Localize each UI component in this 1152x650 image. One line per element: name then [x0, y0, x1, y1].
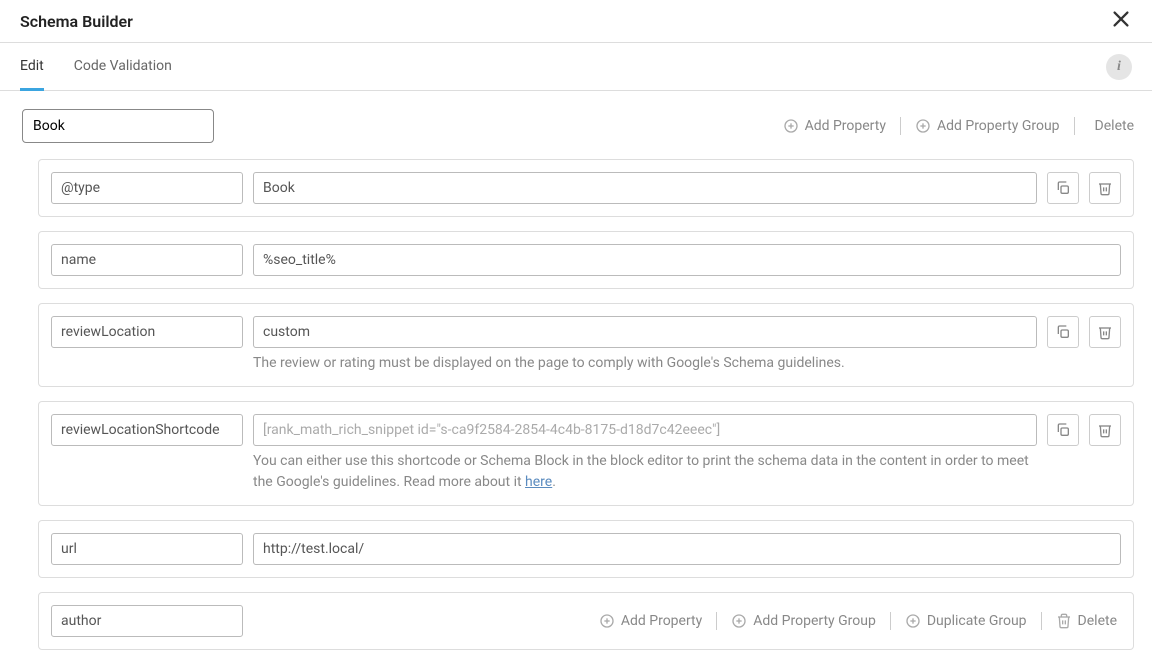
group-add-property-label: Add Property: [621, 613, 702, 629]
property-value-input[interactable]: [253, 533, 1121, 565]
property-row: The review or rating must be displayed o…: [38, 303, 1134, 387]
page-title: Schema Builder: [20, 12, 133, 31]
tab-edit[interactable]: Edit: [20, 44, 44, 91]
plus-circle-icon: [599, 613, 615, 629]
separator: [1041, 612, 1042, 630]
help-text: The review or rating must be displayed o…: [51, 353, 1121, 374]
delete-label: Delete: [1095, 118, 1134, 134]
copy-icon: [1055, 180, 1071, 196]
add-property-group-button[interactable]: Add Property Group: [915, 118, 1060, 134]
plus-circle-icon: [905, 613, 921, 629]
separator: [900, 117, 901, 135]
schema-type-input[interactable]: [22, 109, 214, 143]
trash-icon: [1097, 180, 1113, 196]
trash-icon: [1056, 613, 1072, 629]
group-key-input[interactable]: [51, 605, 243, 637]
property-row: [38, 231, 1134, 289]
info-icon[interactable]: i: [1106, 54, 1132, 80]
copy-button[interactable]: [1047, 414, 1079, 446]
delete-row-button[interactable]: [1089, 414, 1121, 446]
add-property-group-label: Add Property Group: [937, 118, 1060, 134]
property-key-input[interactable]: [51, 316, 243, 348]
delete-row-button[interactable]: [1089, 316, 1121, 348]
property-key-input[interactable]: [51, 244, 243, 276]
plus-circle-icon: [783, 118, 799, 134]
property-row: [38, 159, 1134, 217]
trash-icon: [1097, 324, 1113, 340]
group-delete-label: Delete: [1078, 613, 1117, 629]
group-duplicate-button[interactable]: Duplicate Group: [905, 613, 1027, 629]
property-value-input[interactable]: [253, 172, 1037, 204]
read-more-link[interactable]: here: [525, 474, 552, 490]
copy-button[interactable]: [1047, 316, 1079, 348]
plus-circle-icon: [731, 613, 747, 629]
property-value-input[interactable]: [253, 244, 1121, 276]
property-group-row: Add Property Add Property Group Duplicat…: [38, 592, 1134, 650]
trash-icon: [1097, 422, 1113, 438]
group-delete-button[interactable]: Delete: [1056, 613, 1117, 629]
property-key-input[interactable]: [51, 533, 243, 565]
group-duplicate-label: Duplicate Group: [927, 613, 1027, 629]
copy-button[interactable]: [1047, 172, 1079, 204]
close-icon[interactable]: [1110, 8, 1132, 34]
separator: [716, 612, 717, 630]
group-add-property-button[interactable]: Add Property: [599, 613, 702, 629]
copy-icon: [1055, 422, 1071, 438]
add-property-button[interactable]: Add Property: [783, 118, 886, 134]
property-value-input[interactable]: [253, 316, 1037, 348]
help-text: You can either use this shortcode or Sch…: [51, 451, 1121, 493]
add-property-label: Add Property: [805, 118, 886, 134]
group-add-property-group-label: Add Property Group: [753, 613, 876, 629]
group-add-property-group-button[interactable]: Add Property Group: [731, 613, 876, 629]
property-row: You can either use this shortcode or Sch…: [38, 401, 1134, 506]
property-value-input[interactable]: [253, 414, 1037, 446]
copy-icon: [1055, 324, 1071, 340]
tab-code-validation[interactable]: Code Validation: [74, 44, 172, 91]
property-row: [38, 520, 1134, 578]
property-key-input[interactable]: [51, 172, 243, 204]
plus-circle-icon: [915, 118, 931, 134]
separator: [1074, 117, 1075, 135]
delete-button[interactable]: Delete: [1089, 118, 1134, 134]
property-key-input[interactable]: [51, 414, 243, 446]
separator: [890, 612, 891, 630]
delete-row-button[interactable]: [1089, 172, 1121, 204]
